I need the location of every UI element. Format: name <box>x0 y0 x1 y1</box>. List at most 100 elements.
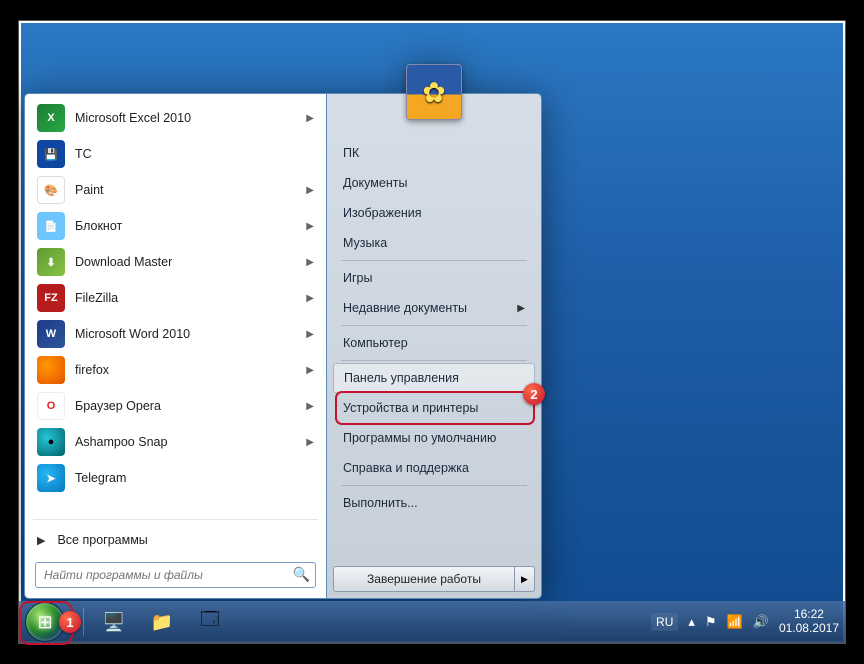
submenu-arrow-icon: ▶ <box>306 437 314 448</box>
flag-icon[interactable]: ⚑ <box>705 614 717 630</box>
program-label: Ashampoo Snap <box>75 435 306 449</box>
program-label: Браузер Opera <box>75 399 306 413</box>
right-item-1[interactable]: Документы <box>333 168 535 198</box>
program-item-fx[interactable]: firefox ▶ <box>31 352 320 388</box>
right-item-label: Выполнить... <box>343 496 418 510</box>
start-button[interactable] <box>25 602 65 642</box>
program-item-excel[interactable]: X Microsoft Excel 2010 ▶ <box>31 100 320 136</box>
triangle-right-icon: ▶ <box>37 534 45 547</box>
right-item-label: ПК <box>343 146 359 160</box>
start-menu-right: ПК Документы Изображения Музыка Игры Недавние… <box>326 93 542 599</box>
excel-icon: X <box>37 104 65 132</box>
search-box: 🔍 <box>35 562 316 588</box>
program-item-snap[interactable]: ● Ashampoo Snap ▶ <box>31 424 320 460</box>
start-menu-left: X Microsoft Excel 2010 ▶💾 TC 🎨 Paint ▶📄 … <box>24 93 326 599</box>
window-icon: 🗔 <box>200 607 220 637</box>
taskbar: 🖥️ 📁 🗔 RU ▴ ⚑ 📶 🔊 16:22 01.08.2017 <box>19 601 845 643</box>
opera-icon: O <box>37 392 65 420</box>
right-item-6[interactable]: Недавние документы ▶ <box>333 293 535 323</box>
right-item-12[interactable]: Программы по умолчанию <box>333 423 535 453</box>
fx-icon <box>37 356 65 384</box>
program-item-word[interactable]: W Microsoft Word 2010 ▶ <box>31 316 320 352</box>
dm-icon: ⬇ <box>37 248 65 276</box>
right-item-3[interactable]: Музыка <box>333 228 535 258</box>
program-label: Microsoft Word 2010 <box>75 327 306 341</box>
right-item-8[interactable]: Компьютер <box>333 328 535 358</box>
right-item-label: Справка и поддержка <box>343 461 469 475</box>
folder-icon: 📁 <box>151 612 173 633</box>
program-item-tg[interactable]: ➤ Telegram <box>31 460 320 496</box>
right-item-11[interactable]: Устройства и принтеры <box>333 393 535 423</box>
taskbar-pin-explorer[interactable]: 📁 <box>140 606 184 638</box>
right-item-label: Изображения <box>343 206 422 220</box>
right-item-label: Музыка <box>343 236 387 250</box>
search-icon[interactable]: 🔍 <box>293 566 310 583</box>
all-programs-label: Все программы <box>57 533 147 547</box>
language-indicator[interactable]: RU <box>651 613 678 631</box>
submenu-arrow-icon: ▶ <box>306 257 314 268</box>
taskbar-pin-app[interactable]: 🗔 <box>188 606 232 638</box>
submenu-arrow-icon: ▶ <box>306 401 314 412</box>
word-icon: W <box>37 320 65 348</box>
program-item-opera[interactable]: O Браузер Opera ▶ <box>31 388 320 424</box>
program-label: Download Master <box>75 255 306 269</box>
right-item-label: Панель управления <box>344 371 459 385</box>
system-tray: RU ▴ ⚑ 📶 🔊 16:22 01.08.2017 <box>651 608 839 636</box>
shutdown-group: Завершение работы ▶ <box>333 566 535 592</box>
right-item-label: Компьютер <box>343 336 408 350</box>
tray-chevron-icon[interactable]: ▴ <box>688 614 695 630</box>
clock[interactable]: 16:22 01.08.2017 <box>779 608 839 636</box>
start-menu: X Microsoft Excel 2010 ▶💾 TC 🎨 Paint ▶📄 … <box>24 93 542 599</box>
submenu-arrow-icon: ▶ <box>306 329 314 340</box>
right-item-label: Документы <box>343 176 407 190</box>
right-item-13[interactable]: Справка и поддержка <box>333 453 535 483</box>
program-label: FileZilla <box>75 291 306 305</box>
volume-icon[interactable]: 🔊 <box>753 614 769 630</box>
right-menu-list: ПК Документы Изображения Музыка Игры Недавние… <box>333 138 535 518</box>
program-item-fz[interactable]: FZ FileZilla ▶ <box>31 280 320 316</box>
all-programs[interactable]: ▶ Все программы <box>27 524 324 556</box>
desktop-frame: X Microsoft Excel 2010 ▶💾 TC 🎨 Paint ▶📄 … <box>18 20 846 644</box>
program-label: firefox <box>75 363 306 377</box>
taskbar-pin-desktop[interactable]: 🖥️ <box>92 606 136 638</box>
program-label: TC <box>75 147 314 161</box>
submenu-arrow-icon: ▶ <box>517 303 525 314</box>
separator <box>341 260 527 261</box>
program-item-note[interactable]: 📄 Блокнот ▶ <box>31 208 320 244</box>
program-label: Paint <box>75 183 306 197</box>
program-item-paint[interactable]: 🎨 Paint ▶ <box>31 172 320 208</box>
right-item-15[interactable]: Выполнить... <box>333 488 535 518</box>
tc-icon: 💾 <box>37 140 65 168</box>
taskbar-divider <box>83 608 84 636</box>
submenu-arrow-icon: ▶ <box>306 113 314 124</box>
separator <box>341 360 527 361</box>
search-input[interactable] <box>35 562 316 588</box>
right-item-2[interactable]: Изображения <box>333 198 535 228</box>
program-label: Microsoft Excel 2010 <box>75 111 306 125</box>
shutdown-options-button[interactable]: ▶ <box>515 566 535 592</box>
right-item-5[interactable]: Игры <box>333 263 535 293</box>
right-item-10[interactable]: Панель управления <box>333 363 535 393</box>
tg-icon: ➤ <box>37 464 65 492</box>
paint-icon: 🎨 <box>37 176 65 204</box>
right-item-0[interactable]: ПК <box>333 138 535 168</box>
program-item-dm[interactable]: ⬇ Download Master ▶ <box>31 244 320 280</box>
submenu-arrow-icon: ▶ <box>306 185 314 196</box>
submenu-arrow-icon: ▶ <box>306 293 314 304</box>
snap-icon: ● <box>37 428 65 456</box>
network-icon[interactable]: 📶 <box>727 614 743 630</box>
submenu-arrow-icon: ▶ <box>306 365 314 376</box>
right-item-label: Устройства и принтеры <box>343 401 478 415</box>
right-item-label: Недавние документы <box>343 301 467 315</box>
right-item-label: Программы по умолчанию <box>343 431 496 445</box>
clock-date: 01.08.2017 <box>779 622 839 636</box>
right-item-label: Игры <box>343 271 372 285</box>
program-label: Блокнот <box>75 219 306 233</box>
separator <box>33 519 318 520</box>
program-item-tc[interactable]: 💾 TC <box>31 136 320 172</box>
submenu-arrow-icon: ▶ <box>306 221 314 232</box>
user-avatar[interactable] <box>406 64 462 120</box>
separator <box>341 325 527 326</box>
shutdown-button[interactable]: Завершение работы <box>333 566 515 592</box>
note-icon: 📄 <box>37 212 65 240</box>
